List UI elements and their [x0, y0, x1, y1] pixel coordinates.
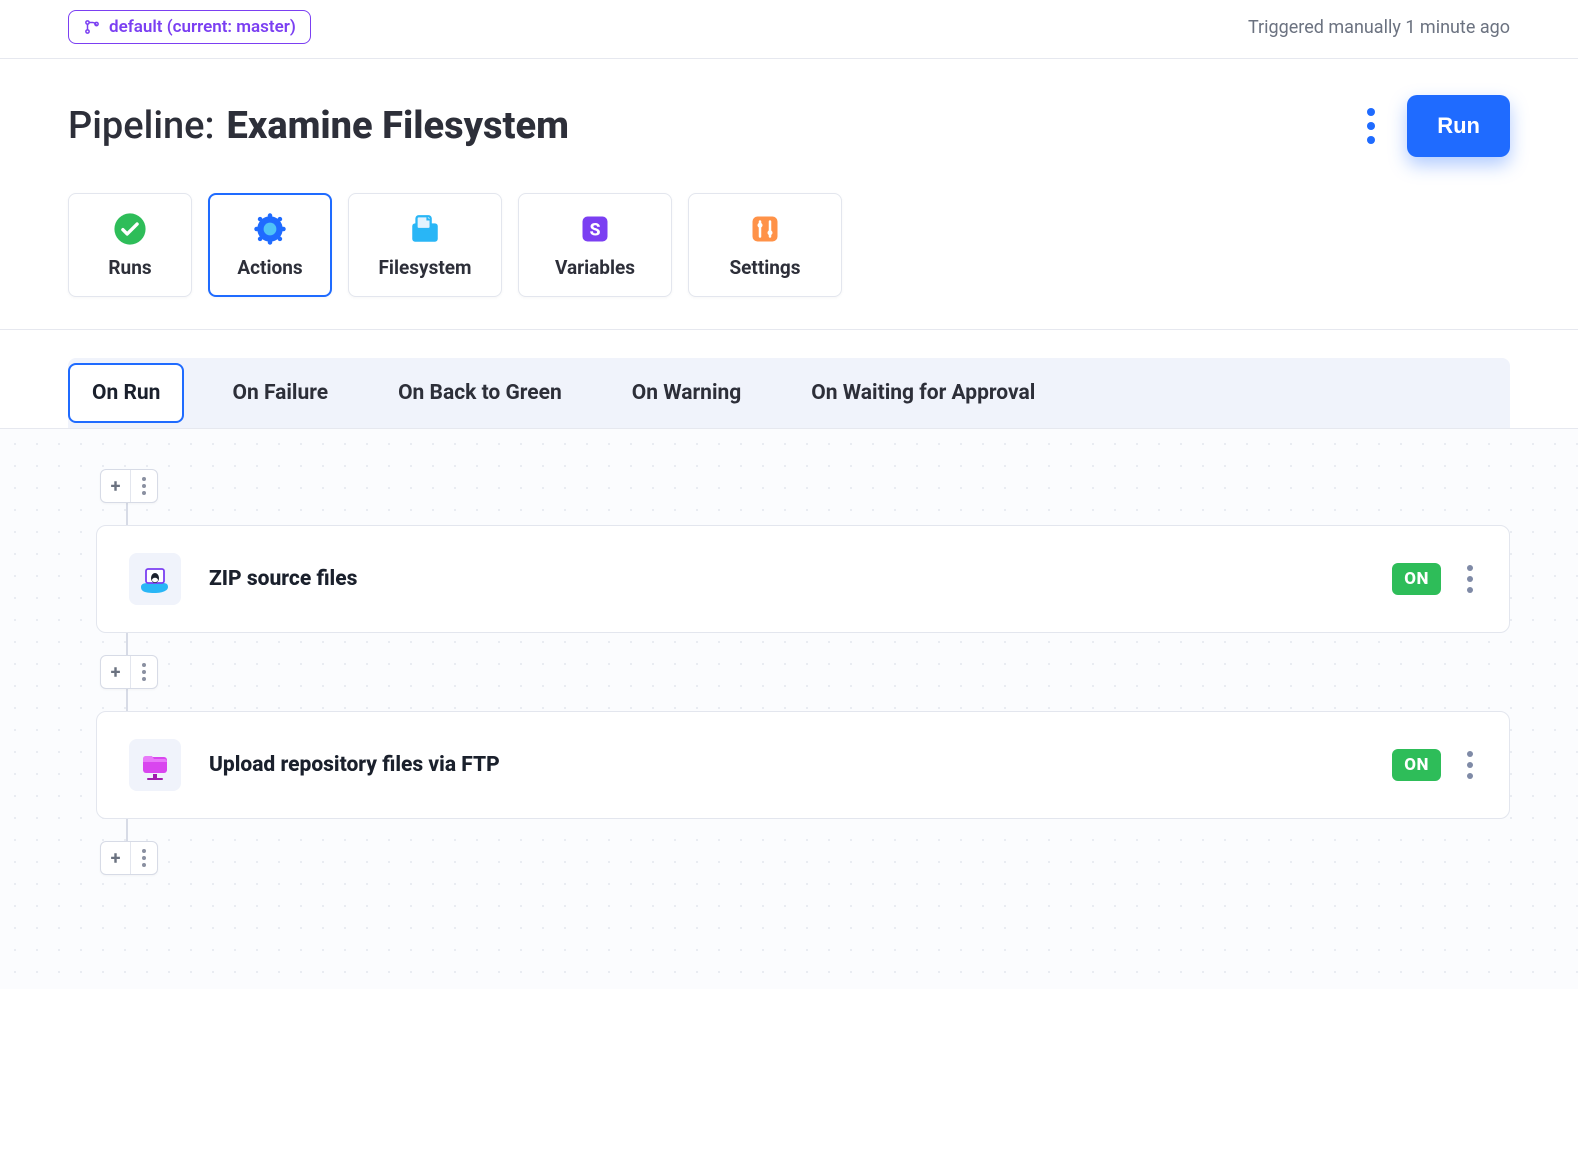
branch-selector[interactable]: default (current: master) [68, 10, 311, 44]
status-badge[interactable]: ON [1392, 563, 1441, 595]
branch-icon [83, 18, 101, 36]
add-action-menu[interactable] [131, 656, 157, 688]
sliders-icon [748, 212, 782, 246]
action-card-zip[interactable]: ZIP source files ON [96, 525, 1510, 633]
add-action-button[interactable]: + [101, 842, 131, 874]
nav-cards: Runs Actions Filesystem S Variables Sett… [68, 193, 1510, 329]
title-prefix: Pipeline: [68, 104, 215, 148]
navcard-variables[interactable]: S Variables [518, 193, 672, 297]
pipeline-menu-button[interactable] [1359, 100, 1383, 152]
add-action-button[interactable]: + [101, 470, 131, 502]
actions-canvas: + ZIP source files ON + [0, 429, 1578, 989]
add-action-menu[interactable] [131, 470, 157, 502]
add-action-button[interactable]: + [101, 656, 131, 688]
navcard-settings[interactable]: Settings [688, 193, 842, 297]
tab-on-run[interactable]: On Run [68, 363, 184, 423]
navcard-label: Variables [555, 256, 635, 279]
tab-on-warning[interactable]: On Warning [610, 365, 764, 421]
navcard-label: Filesystem [379, 256, 472, 279]
ftp-folder-icon [129, 739, 181, 791]
subtabs-container: On Run On Failure On Back to Green On Wa… [0, 330, 1578, 429]
trigger-status: Triggered manually 1 minute ago [1248, 17, 1510, 38]
action-menu-button[interactable] [1463, 561, 1477, 597]
navcard-label: Settings [729, 256, 800, 279]
navcard-actions[interactable]: Actions [208, 193, 332, 297]
navcard-runs[interactable]: Runs [68, 193, 192, 297]
status-badge[interactable]: ON [1392, 749, 1441, 781]
linux-docker-icon [129, 553, 181, 605]
navcard-label: Actions [237, 256, 302, 279]
action-card-ftp[interactable]: Upload repository files via FTP ON [96, 711, 1510, 819]
navcard-filesystem[interactable]: Filesystem [348, 193, 502, 297]
tab-on-waiting-for-approval[interactable]: On Waiting for Approval [789, 365, 1057, 421]
action-title: Upload repository files via FTP [209, 753, 500, 777]
page-title: Pipeline: Examine Filesystem [68, 104, 569, 148]
tab-on-back-to-green[interactable]: On Back to Green [376, 365, 584, 421]
add-action-node: + [100, 841, 158, 875]
tab-on-failure[interactable]: On Failure [210, 365, 350, 421]
navcard-label: Runs [108, 256, 151, 279]
check-circle-icon [113, 212, 147, 246]
title-name: Examine Filesystem [227, 104, 569, 148]
header-area: Pipeline: Examine Filesystem Run Runs Ac… [0, 59, 1578, 330]
add-action-node: + [100, 469, 158, 503]
subtabs: On Run On Failure On Back to Green On Wa… [68, 358, 1510, 428]
variable-icon: S [578, 212, 612, 246]
add-action-node: + [100, 655, 158, 689]
add-action-menu[interactable] [131, 842, 157, 874]
action-title: ZIP source files [209, 567, 357, 591]
folder-file-icon [408, 212, 442, 246]
top-bar: default (current: master) Triggered manu… [0, 0, 1578, 59]
gear-icon [253, 212, 287, 246]
branch-label: default (current: master) [109, 17, 296, 37]
svg-text:S: S [590, 220, 601, 240]
action-menu-button[interactable] [1463, 747, 1477, 783]
run-button[interactable]: Run [1407, 95, 1510, 157]
